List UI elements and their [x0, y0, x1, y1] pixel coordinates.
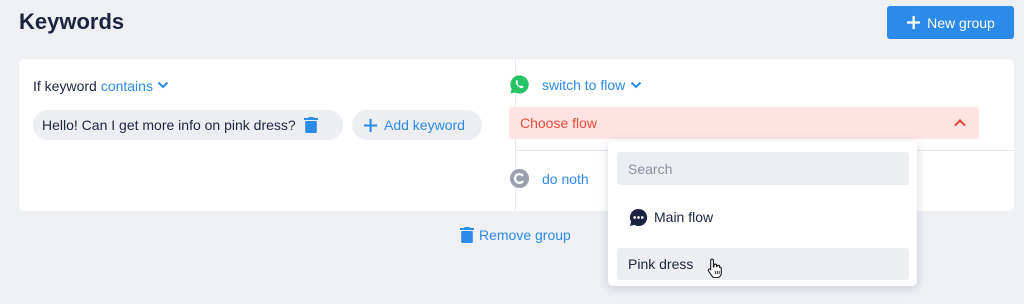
- add-keyword-label: Add keyword: [384, 117, 465, 133]
- choose-flow-select[interactable]: Choose flow: [509, 107, 979, 139]
- trash-icon: [460, 227, 474, 243]
- chevron-up-icon: [954, 118, 966, 127]
- new-group-label: New group: [927, 14, 995, 31]
- condition-operator-dropdown[interactable]: contains: [101, 78, 169, 94]
- chat-bubble-icon: [629, 208, 648, 226]
- action-label: switch to flow: [542, 77, 626, 93]
- condition-prefix: If keyword: [33, 78, 97, 94]
- action-dropdown[interactable]: switch to flow: [542, 77, 642, 93]
- add-keyword-button[interactable]: Add keyword: [352, 110, 482, 140]
- flow-option-label: Pink dress: [628, 256, 694, 272]
- keyword-condition: If keyword contains: [33, 78, 169, 94]
- keywords-page: Keywords New group If keyword contains H…: [0, 0, 1024, 304]
- trash-icon[interactable]: [303, 117, 318, 133]
- flow-option-label: Main flow: [654, 209, 714, 225]
- new-group-button[interactable]: New group: [887, 6, 1014, 39]
- flow-search-input[interactable]: [617, 152, 909, 185]
- choose-flow-label: Choose flow: [520, 115, 598, 131]
- flow-option-pink-dress[interactable]: Pink dress: [617, 248, 909, 280]
- fallback-action-label[interactable]: do noth: [542, 171, 589, 187]
- chevron-down-icon: [157, 81, 169, 89]
- page-title: Keywords: [19, 9, 125, 34]
- remove-group-label: Remove group: [479, 227, 571, 243]
- keyword-text: Hello! Can I get more info on pink dress…: [42, 117, 296, 133]
- flow-dropdown-menu: Main flow Pink dress: [608, 141, 917, 286]
- remove-group-button[interactable]: Remove group: [460, 227, 571, 243]
- hand-pointer-icon: [707, 258, 722, 278]
- copyright-c-icon: [509, 168, 530, 189]
- condition-operator-label: contains: [100, 78, 153, 94]
- chevron-down-icon: [631, 81, 642, 89]
- flow-option-main-flow[interactable]: Main flow: [617, 201, 909, 233]
- plus-icon: [907, 15, 921, 30]
- keyword-chip: Hello! Can I get more info on pink dress…: [33, 110, 343, 140]
- whatsapp-icon: [510, 75, 529, 94]
- plus-icon: [363, 118, 378, 132]
